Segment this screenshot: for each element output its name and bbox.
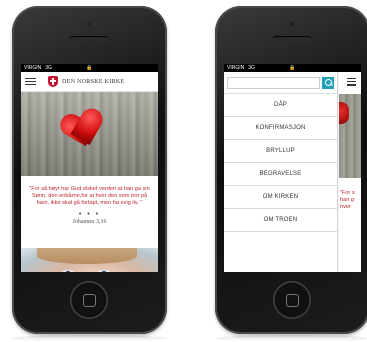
- verse-reference: Johannes 3,16: [72, 219, 107, 225]
- network-label: 3G: [45, 65, 52, 71]
- screen-left: VIRGIN 3G 🔒 DEN NORSKE KIRKE "For så høy…: [21, 64, 158, 272]
- peek-verse-text: "For s han g hver: [340, 190, 355, 210]
- side-menu: DÅP KONFIRMASJON BRYLLUP BEGRAVELSE OM K…: [224, 72, 338, 272]
- carrier-label: VIRGIN: [24, 65, 42, 71]
- app-header: DEN NORSKE KIRKE: [21, 72, 158, 92]
- search-icon[interactable]: [321, 76, 334, 89]
- carrier-label: VIRGIN: [227, 65, 245, 71]
- lock-icon: 🔒: [86, 65, 93, 71]
- camera: [289, 21, 295, 27]
- menu-item-om-kirken[interactable]: OM KIRKEN: [224, 186, 337, 209]
- search-input[interactable]: [227, 76, 320, 89]
- child-hair: [37, 248, 137, 264]
- hamburger-menu-icon[interactable]: [347, 78, 356, 86]
- screen-right: VIRGIN 3G 🔒 DÅP KONFIRMASJON BRYLLUP BEG…: [224, 64, 361, 272]
- menu-item-begravelse[interactable]: BEGRAVELSE: [224, 163, 337, 186]
- lock-icon: 🔒: [289, 65, 296, 71]
- content-peek[interactable]: "For s han g hver: [339, 72, 361, 272]
- heart-icon: [60, 108, 109, 157]
- child-photo: [21, 248, 158, 272]
- earpiece-speaker: [273, 36, 311, 41]
- menu-item-dap[interactable]: DÅP: [224, 94, 337, 117]
- search-row: [224, 72, 337, 93]
- phone-left: VIRGIN 3G 🔒 DEN NORSKE KIRKE "For så høy…: [12, 6, 167, 334]
- menu-item-om-troen[interactable]: OM TROEN: [224, 209, 337, 232]
- church-logo-icon[interactable]: [48, 76, 58, 87]
- status-bar: VIRGIN 3G 🔒: [21, 64, 158, 72]
- heart-hero-image: [21, 92, 158, 176]
- phone-right-reflection: [215, 335, 367, 342]
- home-button-icon[interactable]: [70, 281, 108, 319]
- hamburger-menu-icon[interactable]: [25, 77, 36, 86]
- menu-item-bryllup[interactable]: BRYLLUP: [224, 140, 337, 163]
- camera: [86, 21, 92, 27]
- menu-item-konfirmasjon[interactable]: KONFIRMASJON: [224, 117, 337, 140]
- network-label: 3G: [248, 65, 255, 71]
- verse-separator: • • •: [78, 211, 101, 218]
- home-button-icon[interactable]: [273, 281, 311, 319]
- status-bar: VIRGIN 3G 🔒: [224, 64, 361, 72]
- child-eye-left: [61, 270, 75, 272]
- child-eye-right: [97, 270, 111, 272]
- earpiece-speaker: [70, 36, 108, 41]
- menu-list: DÅP KONFIRMASJON BRYLLUP BEGRAVELSE OM K…: [224, 93, 337, 232]
- phone-left-reflection: [12, 335, 167, 342]
- bible-verse: "For så høyt har Gud elsket verden at ha…: [29, 186, 150, 206]
- phone-right: VIRGIN 3G 🔒 DÅP KONFIRMASJON BRYLLUP BEG…: [215, 6, 367, 334]
- brand-title[interactable]: DEN NORSKE KIRKE: [62, 79, 124, 85]
